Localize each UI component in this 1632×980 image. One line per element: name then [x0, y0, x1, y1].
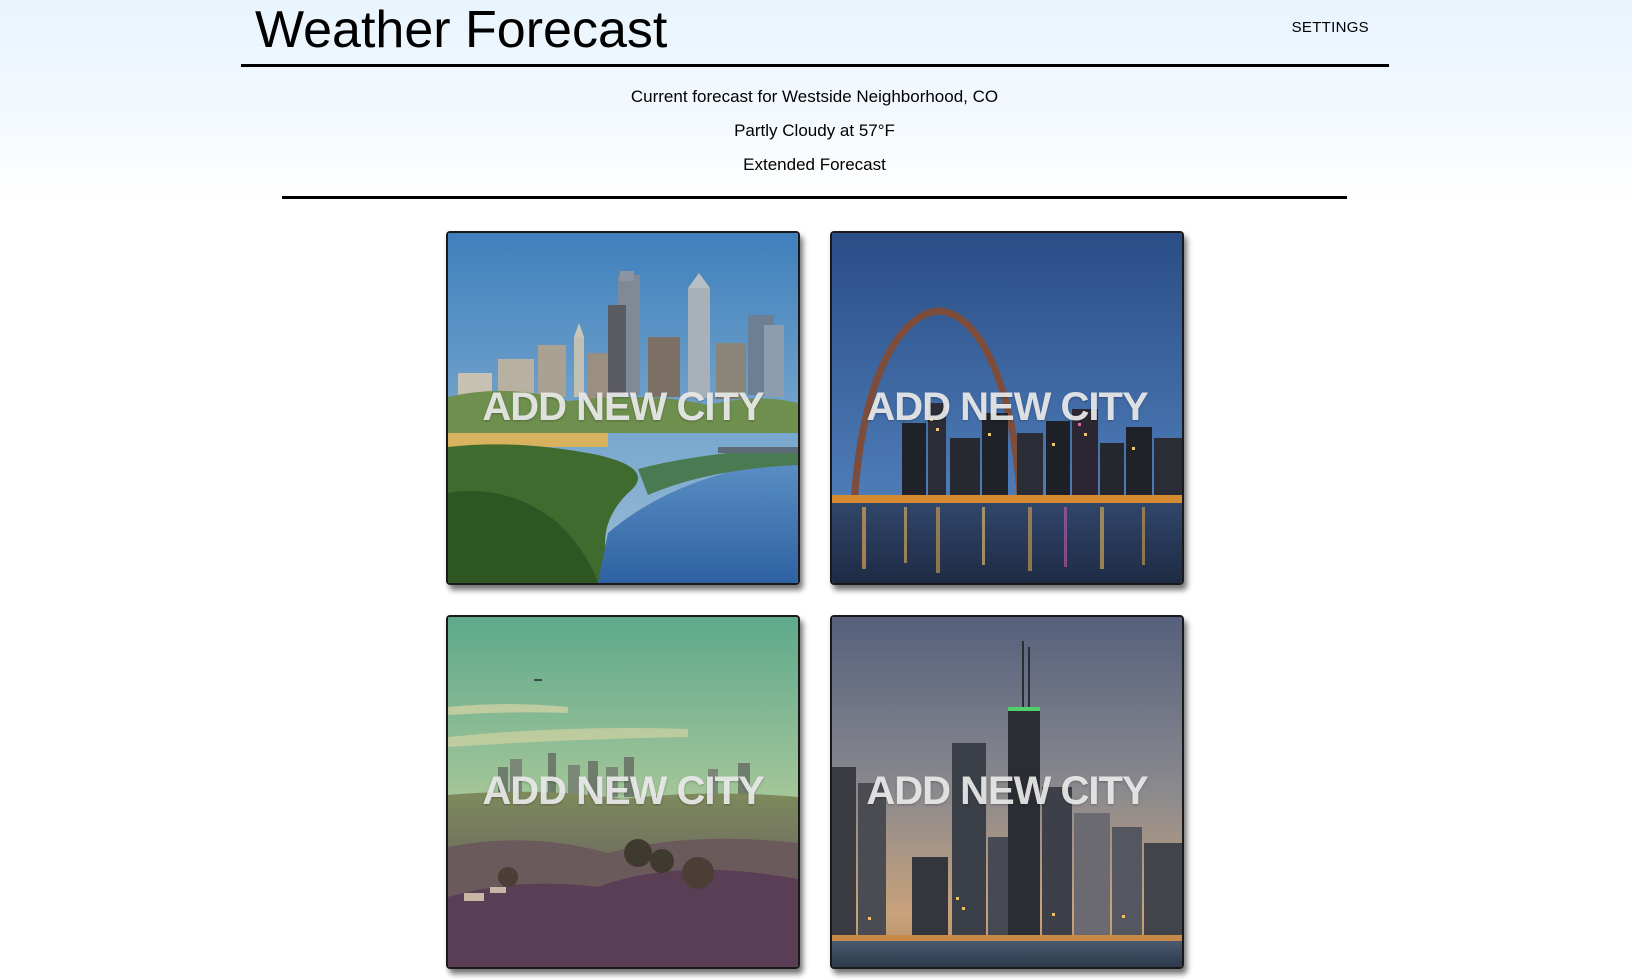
- add-city-tile[interactable]: ADD NEW CITY: [830, 615, 1184, 969]
- add-new-city-label: ADD NEW CITY: [866, 769, 1148, 813]
- site-header: Weather Forecast SETTINGS: [241, 0, 1389, 67]
- site-title: Weather Forecast: [255, 1, 668, 59]
- add-new-city-label: ADD NEW CITY: [482, 769, 764, 813]
- add-city-tile[interactable]: ADD NEW CITY: [446, 615, 800, 969]
- add-city-tile[interactable]: ADD NEW CITY: [830, 231, 1184, 585]
- add-city-tile[interactable]: ADD NEW CITY: [446, 231, 800, 585]
- extended-forecast-link[interactable]: Extended Forecast: [743, 155, 886, 174]
- forecast-conditions: Partly Cloudy at 57°F: [734, 121, 895, 140]
- forecast-location: Current forecast for Westside Neighborho…: [630, 87, 999, 106]
- settings-link[interactable]: SETTINGS: [1292, 19, 1369, 36]
- add-new-city-label: ADD NEW CITY: [482, 385, 764, 429]
- add-new-city-label: ADD NEW CITY: [866, 385, 1148, 429]
- current-forecast: Current forecast for Westside Neighborho…: [282, 80, 1347, 199]
